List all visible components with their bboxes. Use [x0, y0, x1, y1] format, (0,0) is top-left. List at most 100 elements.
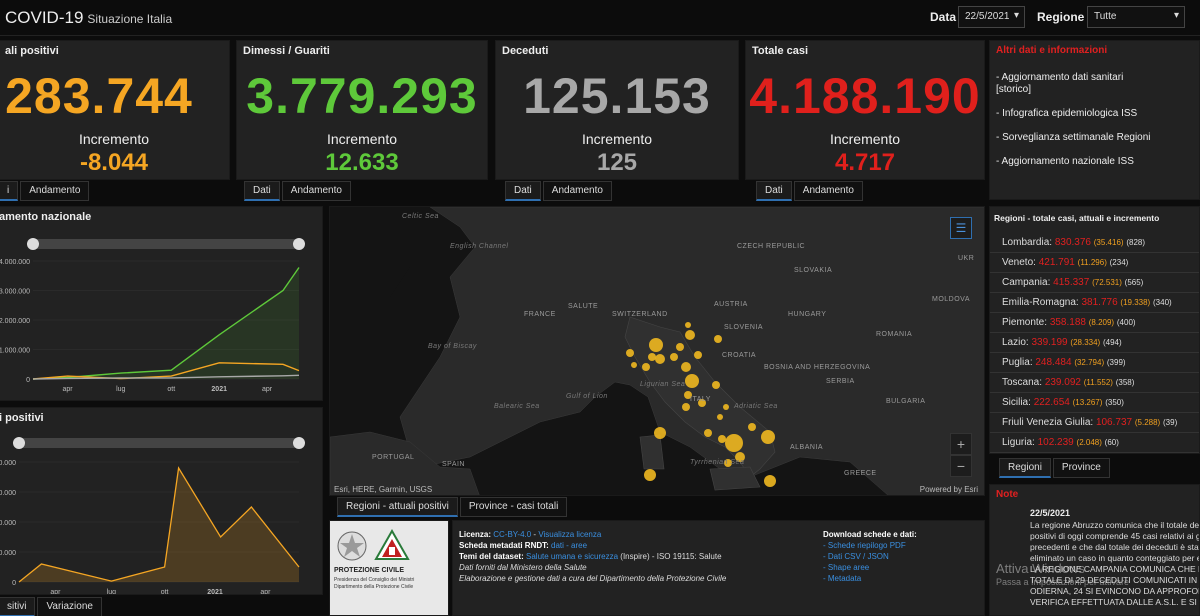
region-row[interactable]: Lombardia: 830.376 (35.416) (828): [990, 233, 1199, 253]
region-row[interactable]: Puglia: 248.484 (32.794) (399): [990, 353, 1199, 373]
region-bubble[interactable]: [764, 475, 776, 487]
tab-variazione[interactable]: Variazione: [37, 597, 102, 616]
region-bubble[interactable]: [717, 414, 723, 420]
region-row[interactable]: Campania: 415.337 (72.531) (565): [990, 273, 1199, 293]
region-bubble[interactable]: [714, 335, 722, 343]
licenza-value-link[interactable]: CC-BY-4.0: [493, 530, 531, 539]
map-label: Tyrrhenian Sea: [690, 459, 745, 466]
region-bubble[interactable]: [748, 423, 756, 431]
logo-caption: PROTEZIONE CIVILE: [334, 567, 405, 574]
legend-list-icon[interactable]: ☰: [950, 217, 972, 239]
download-metadata-link[interactable]: - Metadata: [823, 573, 917, 584]
tab-province-casi[interactable]: Province - casi totali: [459, 497, 568, 517]
range-slider[interactable]: [33, 239, 299, 249]
region-row[interactable]: Emilia-Romagna: 381.776 (19.338) (340): [990, 293, 1199, 313]
region-row[interactable]: Piemonte: 358.188 (8.209) (400): [990, 313, 1199, 333]
region-increment: (399): [1106, 358, 1126, 367]
map-label: SLOVAKIA: [794, 267, 833, 274]
metadata-panel: Licenza: CC-BY-4.0 - Visualizza licenza …: [452, 520, 985, 616]
region-bubble[interactable]: [644, 469, 656, 481]
region-bubble[interactable]: [648, 353, 656, 361]
region-bubble[interactable]: [685, 322, 691, 328]
region-bubble[interactable]: [642, 363, 650, 371]
region-bubble[interactable]: [725, 434, 743, 452]
y-tick-label: 0: [12, 580, 16, 587]
tab-andamento[interactable]: Andamento: [20, 181, 90, 201]
region-bubble[interactable]: [682, 403, 690, 411]
slider-handle-right[interactable]: [293, 437, 305, 449]
region-name: Lombardia: [1002, 237, 1050, 248]
info-link-infografica[interactable]: - Infografica epidemiologica ISS: [996, 108, 1193, 120]
zoom-out-icon[interactable]: −: [950, 455, 972, 477]
region-bubble[interactable]: [681, 362, 691, 372]
slider-handle-left[interactable]: [27, 238, 39, 250]
region-row[interactable]: Liguria: 102.239 (2.048) (60): [990, 433, 1199, 453]
download-csv-link[interactable]: - Dati CSV / JSON: [823, 551, 917, 562]
map-powered-by[interactable]: Powered by Esri: [920, 485, 978, 494]
info-link-sorveglianza[interactable]: - Sorveglianza settimanale Regioni: [996, 132, 1193, 144]
zoom-in-icon[interactable]: +: [950, 433, 972, 455]
region-bubble[interactable]: [676, 343, 684, 351]
tab-regioni[interactable]: Regioni: [999, 458, 1051, 478]
map-panel[interactable]: Celtic Sea English Channel FRANCE Bay of Bi…: [329, 206, 985, 496]
stat-title: Dimessi / Guariti: [243, 45, 330, 57]
tab-positivi[interactable]: sitivi: [0, 597, 36, 616]
stat-increment: 12.633: [325, 149, 399, 176]
trend-chart[interactable]: 4.000.000 3.000.000 2.000.000 1.000.000 0 apr…: [0, 231, 324, 401]
tab-dati[interactable]: Dati: [505, 181, 541, 201]
tab-province[interactable]: Province: [1052, 458, 1110, 478]
scheda-links[interactable]: dati - aree: [551, 541, 587, 550]
daily-chart[interactable]: 40.000 30.000 20.000 10.000 0 apr lug ott 2021 ap…: [0, 430, 324, 594]
tab-andamento[interactable]: Andamento: [281, 181, 351, 201]
region-bubble[interactable]: [626, 349, 634, 357]
region-bubble[interactable]: [654, 427, 666, 439]
region-bubble[interactable]: [704, 429, 712, 437]
region-current: (11.296): [1077, 258, 1107, 267]
region-row[interactable]: Sicilia: 222.654 (13.267) (350): [990, 393, 1199, 413]
tab-dati[interactable]: Dati: [756, 181, 792, 201]
info-link-nazionale[interactable]: - Aggiornamento nazionale ISS: [996, 156, 1193, 168]
region-select[interactable]: Tutte ▾: [1087, 6, 1185, 28]
stat-title: Deceduti: [502, 45, 549, 57]
region-bubble[interactable]: [655, 354, 665, 364]
region-bubble[interactable]: [712, 381, 720, 389]
map-tabs: Regioni - attuali positivi Province - ca…: [337, 497, 568, 517]
region-bubble[interactable]: [649, 338, 663, 352]
region-increment: (565): [1124, 278, 1144, 287]
temi-iso: Salute: [698, 552, 722, 561]
region-bubble[interactable]: [685, 374, 699, 388]
slider-handle-left[interactable]: [13, 437, 25, 449]
slider-handle-right[interactable]: [293, 238, 305, 250]
map-label: Bay of Biscay: [428, 343, 477, 350]
x-tick-label: apr: [63, 386, 74, 393]
regions-list[interactable]: Lombardia: 830.376 (35.416) (828) Veneto:…: [990, 233, 1199, 453]
region-row[interactable]: Toscana: 239.092 (11.552) (358): [990, 373, 1199, 393]
region-bubble[interactable]: [761, 430, 775, 444]
tab-dati[interactable]: i: [0, 181, 19, 201]
stat-card-deceduti: Deceduti 125.153 Incremento 125: [495, 40, 739, 180]
region-row[interactable]: Veneto: 421.791 (11.296) (234): [990, 253, 1199, 273]
date-select[interactable]: 22/5/2021 ▾: [958, 6, 1025, 28]
info-link-aggiornamento[interactable]: - Aggiornamento dati sanitari [storico]: [996, 72, 1136, 96]
tab-dati[interactable]: Dati: [244, 181, 280, 201]
region-row[interactable]: Friuli Venezia Giulia: 106.737 (5.288) (…: [990, 413, 1199, 433]
download-pdf-link[interactable]: - Schede riepilogo PDF: [823, 540, 917, 551]
region-bubble[interactable]: [670, 353, 678, 361]
range-slider[interactable]: [19, 438, 299, 448]
region-bubble[interactable]: [631, 362, 637, 368]
temi-link[interactable]: Salute umana e sicurezza: [526, 552, 618, 561]
region-bubble[interactable]: [685, 330, 695, 340]
download-shape-link[interactable]: - Shape aree: [823, 562, 917, 573]
tab-regioni-attuali[interactable]: Regioni - attuali positivi: [337, 497, 458, 517]
licenza-link[interactable]: Visualizza licenza: [538, 530, 601, 539]
stat-tabs-guariti: Dati Andamento: [244, 181, 351, 201]
region-bubble[interactable]: [723, 404, 729, 410]
tab-andamento[interactable]: Andamento: [542, 181, 612, 201]
region-current: (13.267): [1072, 398, 1103, 407]
region-total: 106.737: [1095, 417, 1133, 428]
region-bubble[interactable]: [718, 435, 726, 443]
region-row[interactable]: Lazio: 339.199 (28.334) (494): [990, 333, 1199, 353]
tab-andamento[interactable]: Andamento: [793, 181, 863, 201]
region-bubble[interactable]: [694, 351, 702, 359]
map-label: Gulf of Lion: [566, 393, 608, 400]
